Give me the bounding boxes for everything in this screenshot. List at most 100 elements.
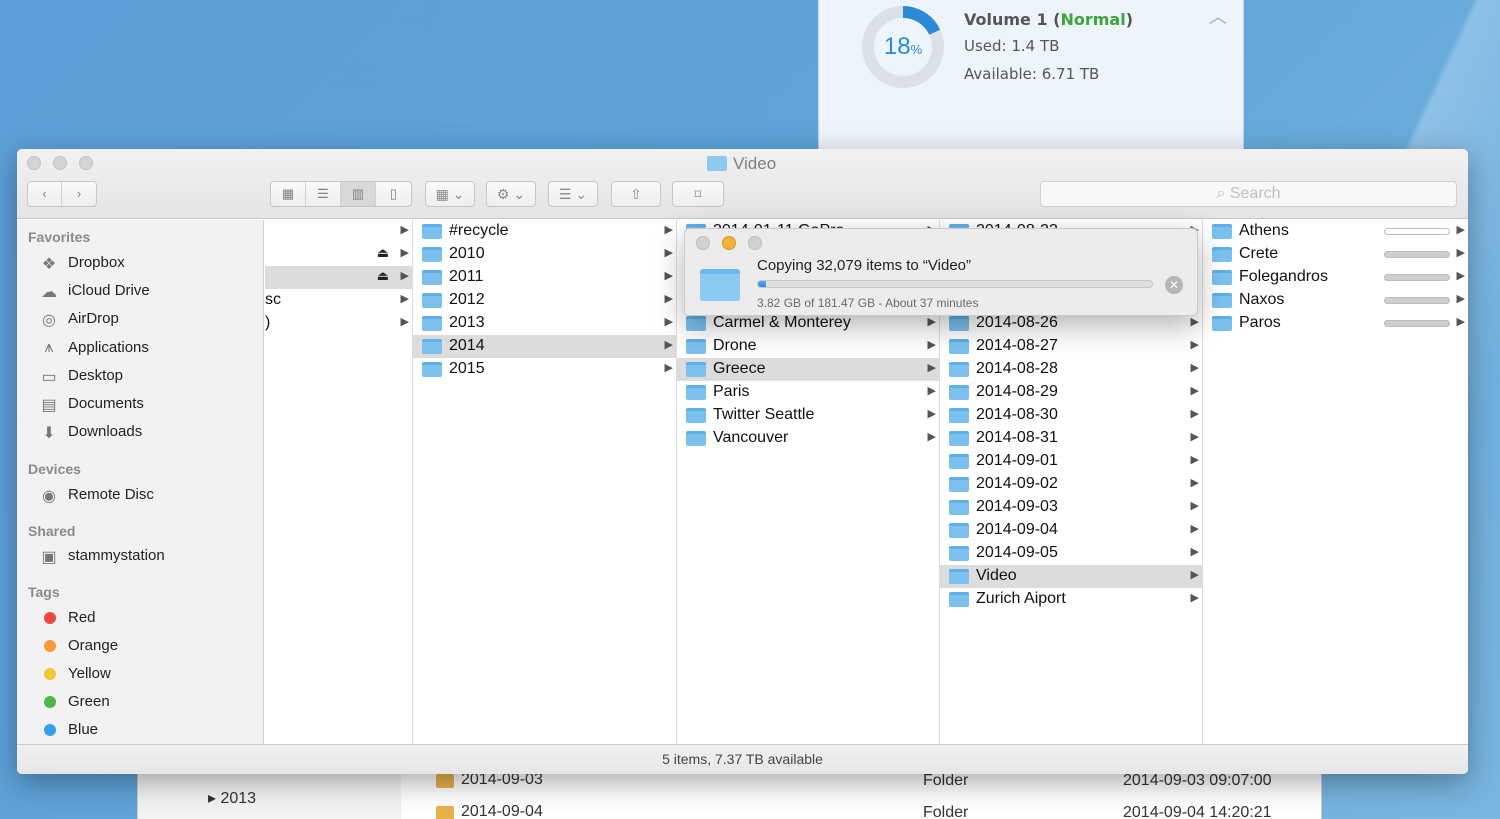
arrange-button[interactable]: ▦ ⌄ — [425, 181, 475, 207]
folder-item[interactable]: 2012 ▶ — [413, 289, 676, 312]
disclosure-arrow-icon: ▶ — [1190, 454, 1199, 466]
folder-item[interactable]: 2014-08-27 ▶ — [940, 335, 1202, 358]
column-item[interactable]: sc ▶ — [265, 289, 412, 312]
folder-item[interactable]: 2015 ▶ — [413, 358, 676, 381]
search-input[interactable]: ⌕ Search — [1040, 181, 1457, 207]
folder-item[interactable]: 2014-09-03 ▶ — [940, 496, 1202, 519]
list-view-button[interactable]: ☰ — [306, 182, 341, 206]
column-view-button[interactable]: ▥ — [341, 182, 376, 206]
folder-item[interactable]: 2014-08-31 ▶ — [940, 427, 1202, 450]
folder-icon — [422, 316, 442, 331]
folder-item[interactable]: 2014-08-28 ▶ — [940, 358, 1202, 381]
disclosure-arrow-icon: ▶ — [927, 408, 936, 420]
folder-item[interactable]: 2013 ▶ — [413, 312, 676, 335]
disclosure-arrow-icon: ▶ — [1456, 247, 1465, 259]
folder-item[interactable]: Zurich Aiport ▶ — [940, 588, 1202, 611]
cover-flow-view-button[interactable]: ▯ — [376, 182, 411, 206]
disclosure-arrow-icon: ▶ — [1190, 546, 1199, 558]
close-window-button[interactable] — [27, 156, 41, 170]
table-row[interactable]: 2014-09-04 Folder 2014-09-04 14:20:21 — [403, 792, 1323, 819]
zoom-window-button[interactable] — [748, 236, 762, 250]
title-bar: Video ‹ › ▦ ☰ ▥ ▯ ▦ ⌄ ⚙ ⌄ ☰ ⌄ ⇧ ⌑ ⌕ Sear… — [17, 149, 1468, 219]
desktop-icon: ▭ — [41, 369, 57, 386]
eject-icon[interactable]: ⏏ — [377, 245, 389, 261]
column-item[interactable]: ⏏ ▶ — [265, 243, 412, 266]
computer-icon: ▣ — [41, 549, 57, 566]
folder-name: 2014-09-04 — [976, 521, 1058, 538]
folder-name: 2014-08-29 — [976, 383, 1058, 400]
disclosure-arrow-icon: ▶ — [1190, 569, 1199, 581]
folder-icon — [949, 523, 969, 538]
folder-icon — [436, 774, 454, 788]
folder-item[interactable]: 2014-09-04 ▶ — [940, 519, 1202, 542]
disclosure-arrow-icon: ▶ — [1456, 270, 1465, 282]
stop-copy-button[interactable]: ✕ — [1165, 276, 1183, 294]
disc-icon: ◉ — [42, 488, 56, 505]
disclosure-arrow-icon: ▶ — [1190, 500, 1199, 512]
icon-view-button[interactable]: ▦ — [271, 182, 306, 206]
close-window-button[interactable] — [696, 236, 710, 250]
folder-item[interactable]: 2014-09-01 ▶ — [940, 450, 1202, 473]
folder-name: 2014-09-02 — [976, 475, 1058, 492]
folder-icon — [1212, 270, 1232, 285]
folder-item[interactable]: 2010 ▶ — [413, 243, 676, 266]
disclosure-arrow-icon: ▶ — [927, 316, 936, 328]
folder-item[interactable]: Crete ▶ — [1203, 243, 1468, 266]
folder-icon — [707, 156, 727, 171]
tag-color-dot — [44, 612, 56, 624]
chevron-up-icon[interactable]: ︿ — [1209, 3, 1227, 29]
volume-available: Available: 6.71 TB — [964, 65, 1100, 83]
minimize-window-button[interactable] — [53, 156, 67, 170]
column-item[interactable]: ) ▶ — [265, 312, 412, 335]
forward-button[interactable]: › — [62, 182, 96, 206]
minimize-window-button[interactable] — [722, 236, 736, 250]
disclosure-arrow-icon: ▶ — [927, 385, 936, 397]
folder-item[interactable]: 2014-09-02 ▶ — [940, 473, 1202, 496]
action-gear-button[interactable]: ⚙ ⌄ — [486, 181, 536, 207]
disclosure-arrow-icon: ▶ — [1190, 385, 1199, 397]
folder-item[interactable]: Naxos ▶ — [1203, 289, 1468, 312]
folder-item[interactable]: 2014 ▶ — [413, 335, 676, 358]
folder-item[interactable]: Athens ▶ — [1203, 220, 1468, 243]
folder-item[interactable]: Folegandros ▶ — [1203, 266, 1468, 289]
folder-icon — [1212, 316, 1232, 331]
folder-item[interactable]: 2014-08-30 ▶ — [940, 404, 1202, 427]
background-year-row[interactable]: ▸ 2013 — [208, 788, 256, 808]
downloads-icon: ⬇ — [42, 425, 56, 442]
disclosure-arrow-icon: ▶ — [664, 362, 673, 374]
folder-item[interactable]: Greece ▶ — [677, 358, 939, 381]
folder-item[interactable]: 2011 ▶ — [413, 266, 676, 289]
folder-item[interactable]: Video ▶ — [940, 565, 1202, 588]
back-button[interactable]: ‹ — [28, 182, 63, 206]
share-button[interactable]: ⇧ — [611, 181, 661, 207]
tag-color-dot — [44, 668, 56, 680]
folder-item[interactable]: #recycle ▶ — [413, 220, 676, 243]
folder-icon — [436, 806, 454, 819]
disclosure-arrow-icon: ▶ — [400, 247, 409, 259]
sidebar-section-tags: Tags — [28, 584, 60, 600]
folder-icon — [949, 569, 969, 584]
volume-widget: 18% Volume 1 (Normal) Used: 1.4 TB Avail… — [818, 0, 1244, 156]
folder-item[interactable]: 2014-09-05 ▶ — [940, 542, 1202, 565]
disclosure-arrow-icon: ▶ — [400, 224, 409, 236]
sort-button[interactable]: ☰ ⌄ — [548, 181, 598, 207]
column-item[interactable]: ▶ — [265, 220, 412, 243]
tag-color-dot — [44, 696, 56, 708]
disclosure-arrow-icon: ▶ — [664, 224, 673, 236]
edit-tags-button[interactable]: ⌑ — [672, 181, 724, 207]
eject-icon[interactable]: ⏏ — [377, 268, 389, 284]
folder-item[interactable]: Vancouver ▶ — [677, 427, 939, 450]
disclosure-arrow-icon: ▶ — [664, 316, 673, 328]
folder-item[interactable]: Paris ▶ — [677, 381, 939, 404]
zoom-window-button[interactable] — [79, 156, 93, 170]
folder-item[interactable]: Twitter Seattle ▶ — [677, 404, 939, 427]
disclosure-arrow-icon: ▶ — [1190, 362, 1199, 374]
folder-item[interactable]: Drone ▶ — [677, 335, 939, 358]
disclosure-arrow-icon: ▶ — [927, 362, 936, 374]
folder-item[interactable]: 2014-08-29 ▶ — [940, 381, 1202, 404]
folder-icon — [422, 247, 442, 262]
folder-name: Greece — [713, 360, 766, 377]
column-item[interactable]: ⏏ ▶ — [265, 266, 412, 289]
disclosure-arrow-icon: ▶ — [927, 339, 936, 351]
folder-item[interactable]: Paros ▶ — [1203, 312, 1468, 335]
